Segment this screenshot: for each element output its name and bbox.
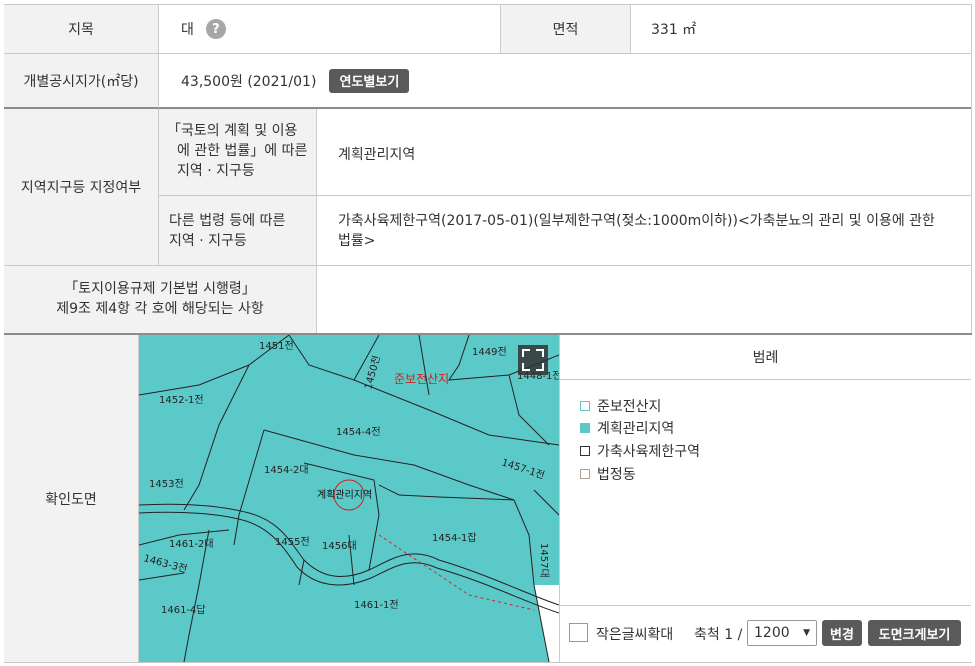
- col-divider: [316, 109, 317, 333]
- national-law-value: 계획관리지역: [338, 147, 416, 163]
- price-value: 43,500원 (2021/01): [181, 73, 317, 90]
- table-right-border: [971, 4, 972, 334]
- decree-label-line1: 「토지이용규제 기본법 시행령」: [64, 281, 256, 297]
- map-label: 확인도면: [45, 491, 97, 508]
- chevron-down-icon: ▼: [803, 628, 810, 638]
- parcel-label: 1451전: [259, 340, 294, 352]
- legend-item: 가축사육제한구역: [580, 441, 700, 461]
- zoning-label: 지역지구등 지정여부: [20, 180, 142, 196]
- zone-overlay-label-red: 준보전산지: [394, 372, 449, 386]
- category-header: 지목: [4, 5, 158, 53]
- price-label: 개별공시지가(㎡당): [23, 73, 139, 90]
- parcel-label: 1449전: [472, 346, 507, 358]
- parcel-label: 1461-2대: [169, 538, 214, 550]
- change-button[interactable]: 변경: [822, 620, 862, 646]
- parcel-label: 1455전: [275, 536, 310, 548]
- table-bottom-border: [4, 662, 972, 663]
- map-header: 확인도면: [4, 335, 138, 662]
- legend-swatch: [580, 401, 590, 411]
- area-value: 331 ㎡: [651, 22, 697, 38]
- national-law-header: 「국토의 계획 및 이용 에 관한 법률」에 따른 지역 · 지구등: [159, 109, 316, 195]
- yearly-view-button[interactable]: 연도별보기: [329, 68, 410, 93]
- scale-select[interactable]: 1200 ▼: [747, 620, 817, 646]
- other-law-label-line2: 지역 · 지구등: [169, 233, 247, 249]
- legend-title: 범례: [752, 350, 779, 366]
- national-law-label-line3: 지역 · 지구등: [177, 163, 255, 179]
- col-divider: [158, 4, 159, 108]
- legend-item: 법정동: [580, 464, 636, 484]
- zone-overlay-label-black: 계획관리지역: [317, 489, 372, 501]
- help-icon[interactable]: ?: [205, 19, 226, 39]
- national-law-label-line1: 「국토의 계획 및 이용: [167, 123, 298, 139]
- area-label: 면적: [552, 22, 579, 38]
- parcel-label: 1461-1전: [354, 599, 399, 611]
- parcel-label: 1456대: [322, 540, 357, 552]
- other-law-header: 다른 법령 등에 따른 지역 · 지구등: [159, 196, 316, 265]
- legend-swatch: [580, 423, 590, 433]
- price-cell: 43,500원 (2021/01) 연도별보기: [181, 54, 581, 107]
- decree-label-line2: 제9조 제4항 각 호에 해당되는 사항: [56, 301, 264, 317]
- category-label: 지목: [68, 22, 94, 38]
- fullscreen-icon[interactable]: [518, 345, 548, 375]
- parcel-map[interactable]: 1451전 1449전 1450전 준보전산지 1448-1전 1452-1전 …: [139, 335, 559, 662]
- legend-label: 준보전산지: [597, 399, 662, 415]
- map-viewport[interactable]: 1451전 1449전 1450전 준보전산지 1448-1전 1452-1전 …: [139, 335, 559, 662]
- legend-label: 법정동: [597, 467, 636, 483]
- legend-label: 가축사육제한구역: [597, 444, 701, 460]
- other-law-value: 가축사육제한구역(2017-05-01)(일부제한구역(젖소:1000m이하))…: [338, 211, 963, 251]
- legend-label: 계획관리지역: [597, 421, 675, 437]
- area-cell: 331 ㎡: [651, 5, 951, 53]
- small-text-label: 작은글씨확대: [596, 627, 674, 643]
- legend-swatch: [580, 446, 590, 456]
- other-law-label-line1: 다른 법령 등에 따른: [169, 213, 286, 229]
- area-header: 면적: [501, 5, 630, 53]
- legend-item: 준보전산지: [580, 396, 661, 416]
- parcel-label: 1461-4답: [161, 604, 206, 616]
- legend-swatch: [580, 469, 590, 479]
- parcel-label: 1454-4전: [336, 426, 381, 438]
- legend-divider: [560, 379, 971, 380]
- category-cell: 대 ?: [181, 5, 481, 53]
- parcel-label: 1454-2대: [264, 464, 309, 476]
- col-divider: [630, 4, 631, 54]
- other-law-value-line2: 법률>: [338, 233, 376, 249]
- parcel-label: 1452-1전: [159, 394, 204, 406]
- zoning-header: 지역지구등 지정여부: [4, 109, 158, 265]
- scale-label: 축척 1 /: [694, 627, 743, 643]
- col-divider: [559, 335, 560, 662]
- national-law-label-line2: 에 관한 법률」에 따른: [177, 143, 308, 159]
- small-text-checkbox[interactable]: [569, 623, 588, 642]
- parcel-label: 1454-1잡: [432, 532, 477, 544]
- decree-header: 「토지이용규제 기본법 시행령」 제9조 제4항 각 호에 해당되는 사항: [4, 266, 316, 333]
- other-law-value-line1: 가축사육제한구역(2017-05-01)(일부제한구역(젖소:1000m이하))…: [338, 213, 935, 229]
- big-map-button[interactable]: 도면크게보기: [868, 620, 961, 646]
- legend-item: 계획관리지역: [580, 418, 674, 438]
- parcel-label: 1457대: [538, 543, 550, 578]
- col-divider: [500, 4, 501, 54]
- price-header: 개별공시지가(㎡당): [4, 54, 158, 107]
- parcel-label: 1453전: [149, 478, 184, 490]
- legend-title-bar: 범례: [560, 335, 971, 379]
- controls-divider: [560, 605, 971, 606]
- scale-value: 1200: [754, 625, 790, 641]
- category-value: 대: [181, 22, 194, 38]
